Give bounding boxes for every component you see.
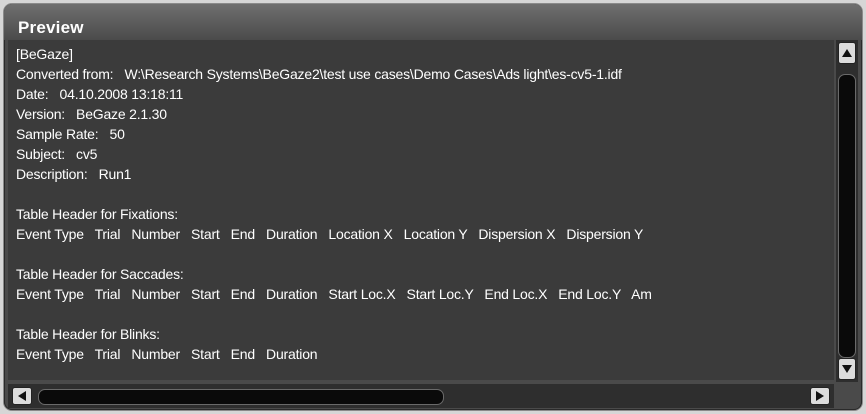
preview-line: Description: Run1 xyxy=(16,166,132,182)
preview-line: Version: BeGaze 2.1.30 xyxy=(16,106,167,122)
preview-line: Sample Rate: 50 xyxy=(16,126,125,142)
preview-line: Event Type Trial Number Start End Durati… xyxy=(16,286,652,302)
arrow-up-icon xyxy=(842,49,852,57)
preview-line: Event Type Trial Number Start End Durati… xyxy=(16,226,644,242)
preview-line: Table Header for Fixations: xyxy=(16,206,178,222)
scroll-right-button[interactable] xyxy=(810,387,830,405)
preview-line: Event Type Trial Number Start End Durati… xyxy=(16,346,318,362)
vertical-scroll-thumb[interactable] xyxy=(838,74,856,358)
scrollbar-corner xyxy=(836,384,858,408)
preview-line: Subject: cv5 xyxy=(16,146,98,162)
preview-line xyxy=(16,304,652,324)
preview-line xyxy=(16,244,652,264)
arrow-left-icon xyxy=(18,391,26,401)
preview-line: Converted from: W:\Research Systems\BeGa… xyxy=(16,66,622,82)
preview-line: Table Header for Blinks: xyxy=(16,326,160,342)
panel-title: Preview xyxy=(18,18,84,37)
scroll-up-button[interactable] xyxy=(838,42,856,64)
scroll-left-button[interactable] xyxy=(12,387,32,405)
horizontal-scroll-thumb[interactable] xyxy=(38,389,444,405)
horizontal-scrollbar[interactable] xyxy=(8,384,834,408)
vertical-scrollbar[interactable] xyxy=(836,40,858,382)
preview-panel: Preview [BeGaze] Converted from: W:\Resea… xyxy=(4,4,862,410)
panel-header: Preview xyxy=(4,4,862,40)
preview-text-area[interactable]: [BeGaze] Converted from: W:\Research Syst… xyxy=(8,40,834,380)
preview-line: Table Header for Saccades: xyxy=(16,266,184,282)
scroll-down-button[interactable] xyxy=(838,358,856,380)
preview-line xyxy=(16,184,652,204)
arrow-down-icon xyxy=(842,365,852,373)
arrow-right-icon xyxy=(816,391,824,401)
preview-lines: [BeGaze] Converted from: W:\Research Syst… xyxy=(16,44,652,364)
preview-line: [BeGaze] xyxy=(16,46,73,62)
preview-line: Date: 04.10.2008 13:18:11 xyxy=(16,86,184,102)
